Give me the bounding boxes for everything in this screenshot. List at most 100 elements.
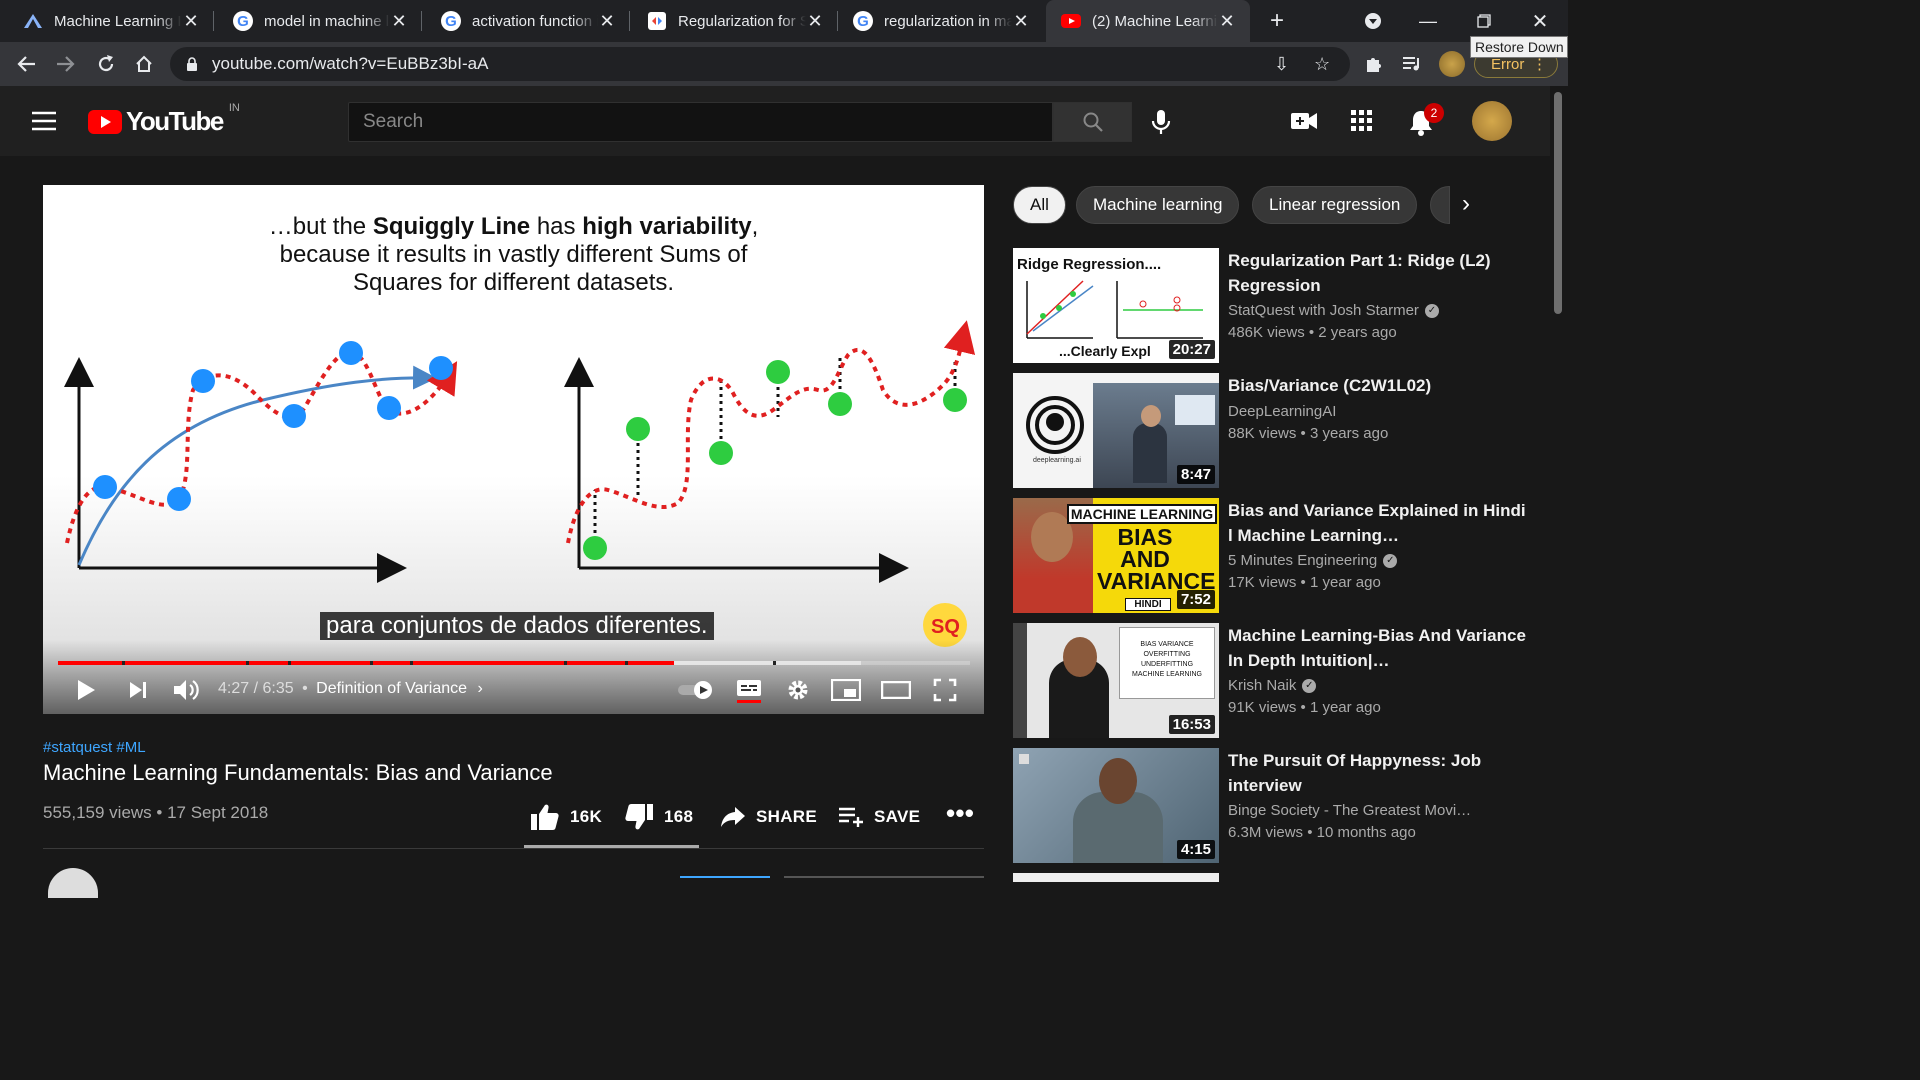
- recommendation-title[interactable]: Machine Learning-Bias And Variance In De…: [1228, 623, 1528, 673]
- add-to-playlist-icon: [839, 807, 863, 827]
- minimize-button[interactable]: —: [1400, 0, 1456, 42]
- thumbnail-text: MACHINE LEARNING: [1067, 504, 1217, 524]
- media-queue-icon[interactable]: [1392, 42, 1432, 86]
- next-recommendation-thumbnail[interactable]: [1013, 873, 1219, 882]
- next-video-button[interactable]: [122, 672, 154, 708]
- close-tab-icon[interactable]: ✕: [1012, 11, 1030, 32]
- tab-model-in-ml[interactable]: G model in machine le ✕: [214, 0, 422, 42]
- join-button-edge[interactable]: [680, 876, 770, 882]
- tab-title: Machine Learning In: [54, 12, 182, 30]
- youtube-play-icon: [88, 109, 122, 134]
- fullscreen-button[interactable]: [930, 672, 960, 708]
- close-tab-icon[interactable]: ✕: [598, 11, 616, 32]
- back-icon[interactable]: [6, 42, 46, 86]
- extensions-puzzle-icon[interactable]: [1354, 42, 1394, 86]
- bookmark-star-icon[interactable]: ☆: [1314, 54, 1330, 75]
- like-button[interactable]: 16K: [530, 800, 602, 834]
- recommendation-title[interactable]: Bias and Variance Explained in Hindi l M…: [1228, 498, 1528, 548]
- subtitles-button[interactable]: [734, 672, 764, 708]
- recommendation-item[interactable]: BIAS VARIANCE OVERFITTING UNDERFITTING M…: [1013, 623, 1543, 738]
- home-icon[interactable]: [124, 42, 164, 86]
- subscribe-button-edge[interactable]: [784, 876, 984, 882]
- dislike-button[interactable]: 168: [624, 800, 693, 834]
- tab-machine-learning[interactable]: Machine Learning In ✕: [0, 0, 214, 42]
- verified-check-icon: ✓: [1383, 554, 1398, 569]
- chapter-title[interactable]: Definition of Variance: [316, 680, 467, 697]
- forward-icon[interactable]: [46, 42, 86, 86]
- channel-label: StatQuest with Josh Starmer: [1228, 302, 1419, 319]
- profile-avatar[interactable]: [1432, 42, 1472, 86]
- video-thumbnail[interactable]: BIAS VARIANCE OVERFITTING UNDERFITTING M…: [1013, 623, 1219, 738]
- mute-button[interactable]: [170, 672, 202, 708]
- new-tab-button[interactable]: +: [1250, 0, 1304, 42]
- video-title: Machine Learning Fundamentals: Bias and …: [43, 760, 553, 785]
- channel-name[interactable]: Krish Naik ✓: [1228, 677, 1317, 694]
- autoplay-toggle[interactable]: [676, 672, 714, 708]
- search-button[interactable]: [1053, 102, 1132, 142]
- tab-regularization-for[interactable]: Regularization for S ✕: [630, 0, 838, 42]
- theater-mode-button[interactable]: [880, 672, 912, 708]
- chip-all[interactable]: All: [1013, 186, 1066, 224]
- miniplayer-button[interactable]: [830, 672, 862, 708]
- channel-label: DeepLearningAI: [1228, 403, 1337, 420]
- gear-icon: [788, 680, 808, 700]
- more-actions-icon[interactable]: •••: [946, 796, 974, 830]
- channel-name[interactable]: 5 Minutes Engineering ✓: [1228, 552, 1398, 569]
- omnibox[interactable]: youtube.com/watch?v=EuBBz3bI-aA ⇩ ☆: [170, 47, 1350, 81]
- recommendation-title[interactable]: Regularization Part 1: Ridge (L2) Regres…: [1228, 248, 1528, 298]
- channel-avatar[interactable]: [48, 868, 98, 898]
- close-tab-icon[interactable]: ✕: [390, 11, 408, 32]
- chevron-right-icon[interactable]: ›: [1462, 190, 1470, 218]
- recommendation-item[interactable]: 4:15 The Pursuit Of Happyness: Job inter…: [1013, 748, 1543, 863]
- share-button[interactable]: SHARE: [720, 800, 817, 834]
- install-app-icon[interactable]: ⇩: [1274, 54, 1289, 75]
- recommendation-item[interactable]: Ridge Regression.... ...Clearly Expl 20:…: [1013, 248, 1543, 363]
- play-button[interactable]: [70, 672, 102, 708]
- save-button[interactable]: SAVE: [838, 800, 920, 834]
- video-thumbnail[interactable]: Ridge Regression.... ...Clearly Expl 20:…: [1013, 248, 1219, 363]
- apps-grid-icon[interactable]: [1351, 110, 1373, 137]
- settings-button[interactable]: [784, 672, 812, 708]
- channel-name[interactable]: Binge Society - The Greatest Movi…: [1228, 802, 1471, 819]
- chevron-right-icon[interactable]: ›: [478, 680, 483, 697]
- recommendation-title[interactable]: The Pursuit Of Happyness: Job interview: [1228, 748, 1528, 798]
- video-hashtags[interactable]: #statquest #ML: [43, 739, 146, 756]
- reload-icon[interactable]: [86, 42, 126, 86]
- youtube-logo[interactable]: YouTube IN: [88, 102, 240, 137]
- tab-regularization-in-ml[interactable]: G regularization in ma ✕: [838, 0, 1044, 42]
- tab-activation-function[interactable]: G activation function i ✕: [422, 0, 630, 42]
- video-thumbnail[interactable]: 4:15: [1013, 748, 1219, 863]
- close-tab-icon[interactable]: ✕: [806, 11, 824, 32]
- recommendation-meta: 17K views • 1 year ago: [1228, 574, 1381, 591]
- presenter-head: [1141, 405, 1161, 427]
- lock-icon: [187, 57, 197, 71]
- hamburger-menu-icon[interactable]: [32, 110, 56, 137]
- close-tab-icon[interactable]: ✕: [1218, 11, 1236, 32]
- create-video-icon[interactable]: [1290, 110, 1318, 137]
- search-input[interactable]: Search: [348, 102, 1053, 142]
- video-thumbnail[interactable]: deeplearning.ai 8:47: [1013, 373, 1219, 488]
- tab-search-button[interactable]: [1346, 0, 1400, 42]
- share-icon: [721, 807, 745, 827]
- subtitles-icon: [737, 680, 761, 703]
- recommendation-meta: 88K views • 3 years ago: [1228, 425, 1389, 442]
- close-tab-icon[interactable]: ✕: [182, 11, 200, 32]
- video-thumbnail[interactable]: MACHINE LEARNING BIAS AND VARIANCE HINDI…: [1013, 498, 1219, 613]
- scrollbar-thumb[interactable]: [1554, 92, 1562, 314]
- recommendation-item[interactable]: MACHINE LEARNING BIAS AND VARIANCE HINDI…: [1013, 498, 1543, 613]
- chip-overflow[interactable]: [1430, 186, 1450, 224]
- recommendation-title[interactable]: Bias/Variance (C2W1L02): [1228, 373, 1528, 398]
- channel-name[interactable]: DeepLearningAI: [1228, 403, 1336, 420]
- country-code: IN: [228, 101, 240, 114]
- tab-title: model in machine le: [264, 12, 390, 30]
- tab-youtube-active[interactable]: (2) Machine Learnin ✕: [1046, 0, 1250, 42]
- channel-name[interactable]: StatQuest with Josh Starmer ✓: [1228, 302, 1439, 319]
- logo-text: YouTube: [126, 106, 224, 136]
- recommendation-item[interactable]: deeplearning.ai 8:47 Bias/Variance (C2W1…: [1013, 373, 1543, 488]
- tab-title: activation function i: [472, 12, 598, 30]
- chip-machine-learning[interactable]: Machine learning: [1076, 186, 1240, 224]
- chip-linear-regression[interactable]: Linear regression: [1252, 186, 1418, 224]
- account-avatar[interactable]: [1472, 101, 1512, 141]
- microphone-icon[interactable]: [1150, 108, 1172, 141]
- play-icon: [78, 680, 95, 700]
